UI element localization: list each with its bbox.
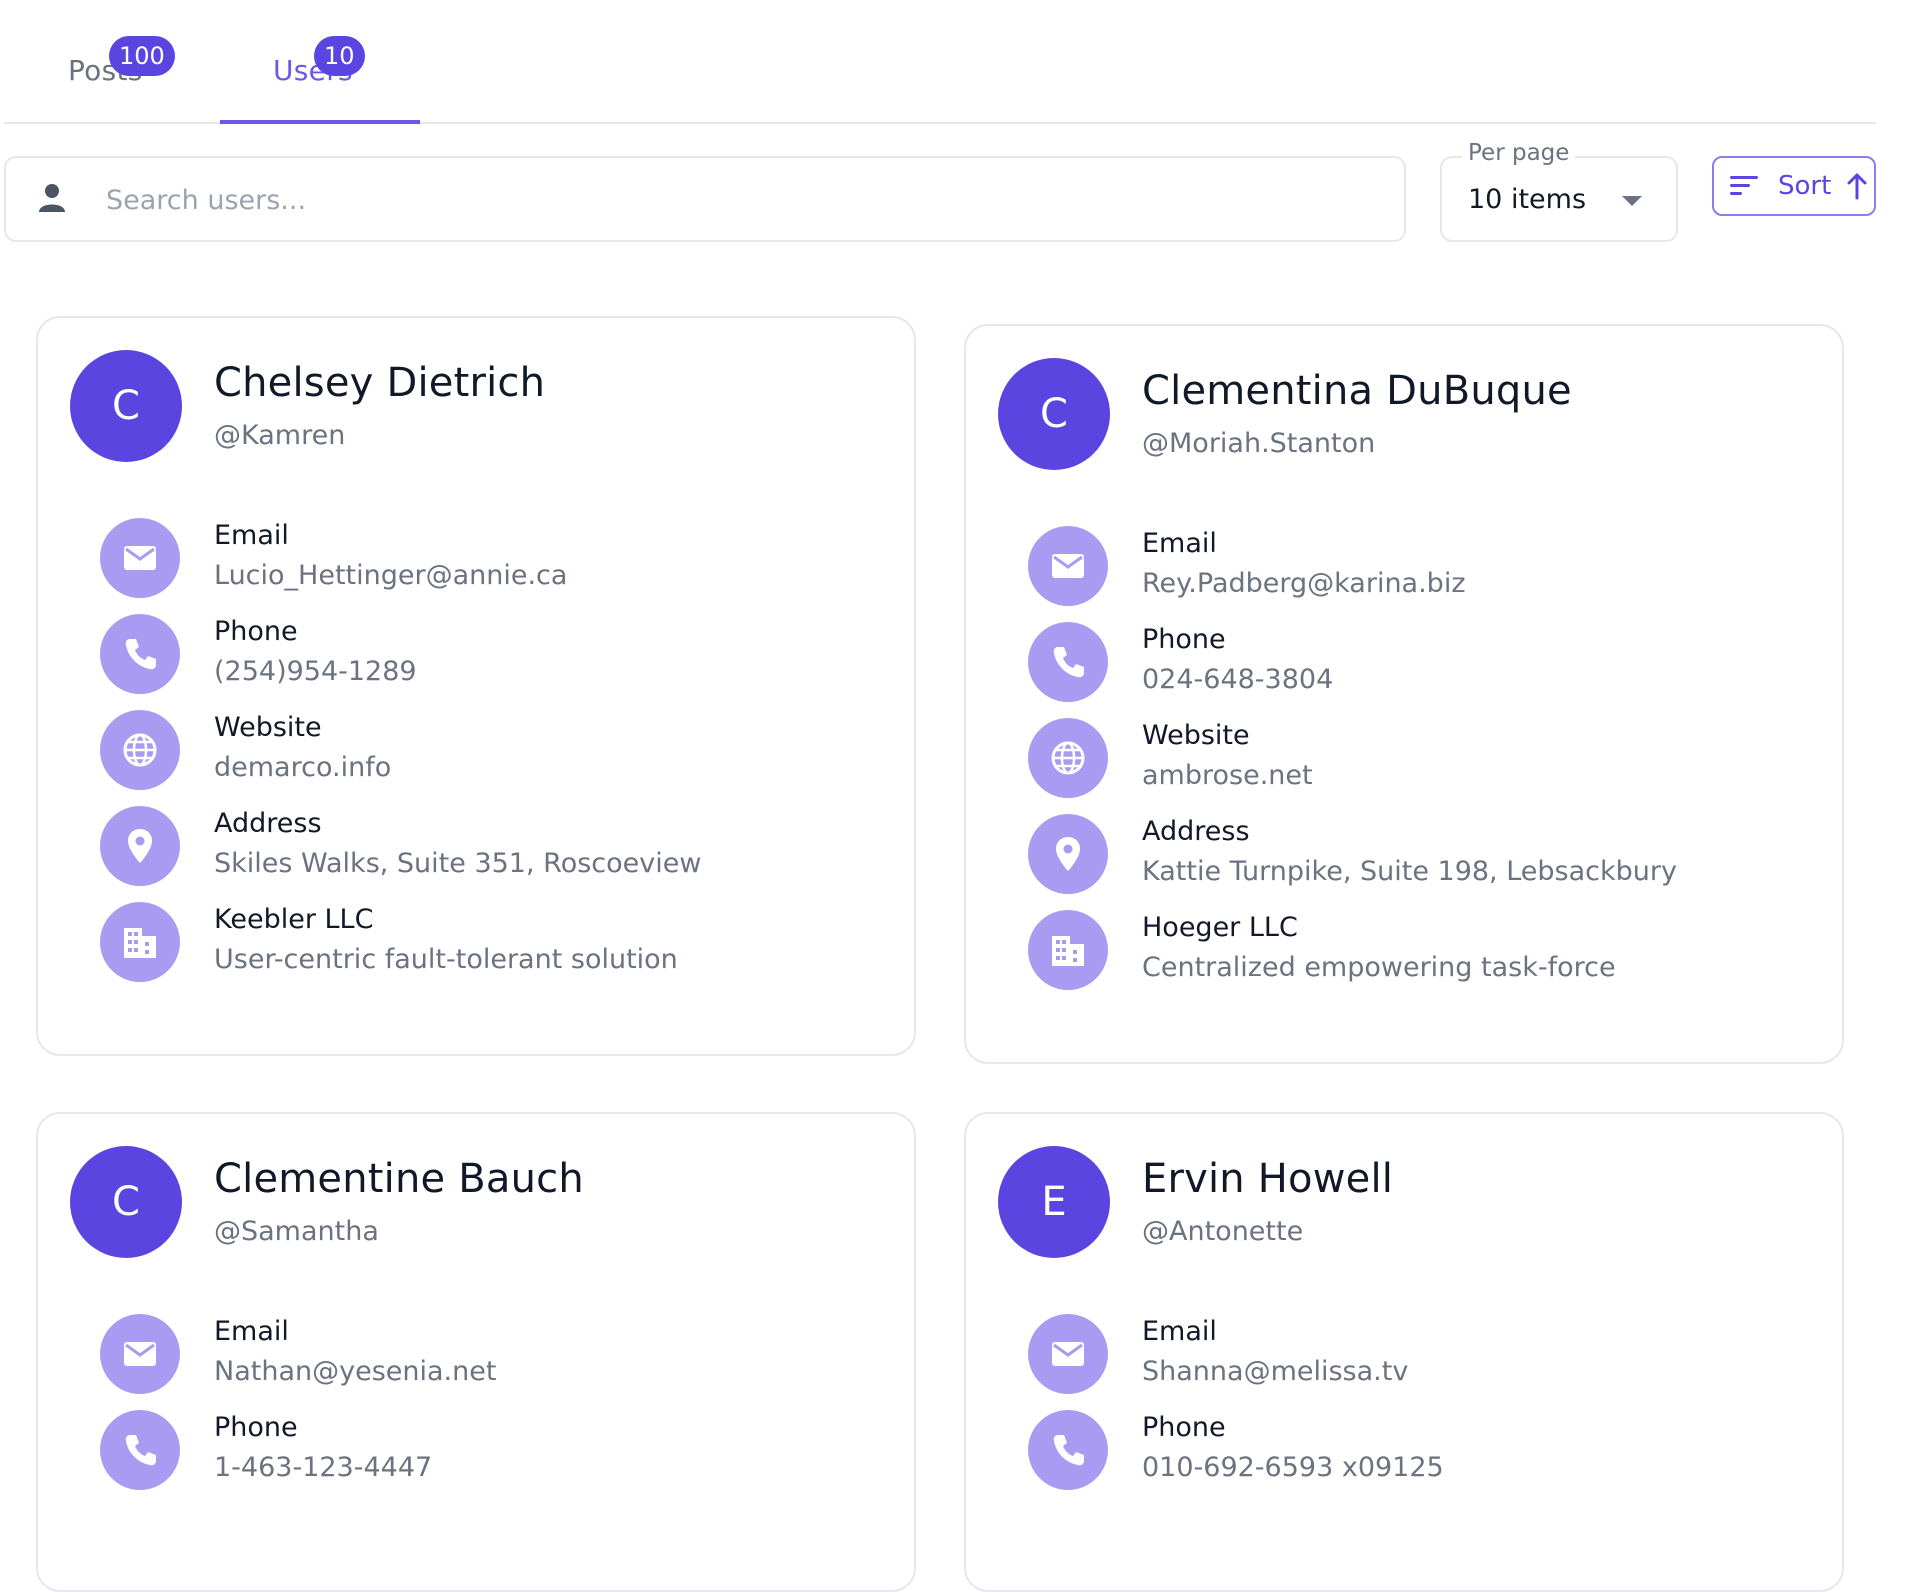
user-username: @Samantha: [214, 1216, 379, 1247]
user-name: Clementine Bauch: [214, 1156, 584, 1202]
user-name: Clementina DuBuque: [1142, 368, 1572, 414]
chevron-down-icon: [1622, 196, 1642, 206]
email-icon: [100, 518, 180, 598]
avatar: E: [998, 1146, 1110, 1258]
phone-value: 010-692-6593 x09125: [1142, 1452, 1444, 1483]
user-username: @Moriah.Stanton: [1142, 428, 1376, 459]
address-value: Kattie Turnpike, Suite 198, Lebsackbury: [1142, 856, 1677, 887]
building-icon: [100, 902, 180, 982]
email-row: Email Rey.Padberg@karina.biz: [1028, 526, 1828, 608]
email-icon: [100, 1314, 180, 1394]
user-name: Ervin Howell: [1142, 1156, 1394, 1202]
phone-icon: [1028, 1410, 1108, 1490]
website-value[interactable]: ambrose.net: [1142, 760, 1313, 791]
per-page-value: 10 items: [1468, 184, 1587, 215]
tab-posts[interactable]: Posts 100: [4, 0, 204, 122]
email-value: Shanna@melissa.tv: [1142, 1356, 1409, 1387]
company-row: Keebler LLC User-centric fault-tolerant …: [100, 902, 900, 984]
search-input[interactable]: [104, 176, 1388, 224]
sort-lines-icon: [1730, 176, 1758, 195]
user-card: C Clementine Bauch @Samantha Email Natha…: [36, 1112, 916, 1592]
user-card: E Ervin Howell @Antonette Email Shanna@m…: [964, 1112, 1844, 1592]
website-label: Website: [214, 712, 322, 743]
tab-bar: Posts 100 Users 10: [4, 0, 1876, 124]
user-card: C Clementina DuBuque @Moriah.Stanton Ema…: [964, 324, 1844, 1064]
email-row: Email Nathan@yesenia.net: [100, 1314, 900, 1396]
address-value: Skiles Walks, Suite 351, Roscoeview: [214, 848, 702, 879]
location-pin-icon: [100, 806, 180, 886]
company-catch-phrase: Centralized empowering task-force: [1142, 952, 1616, 983]
user-icon: [34, 180, 70, 216]
phone-label: Phone: [1142, 624, 1226, 655]
tab-users[interactable]: Users 10: [220, 0, 420, 124]
email-icon: [1028, 1314, 1108, 1394]
email-row: Email Shanna@melissa.tv: [1028, 1314, 1828, 1396]
phone-icon: [1028, 622, 1108, 702]
phone-label: Phone: [1142, 1412, 1226, 1443]
phone-row: Phone 024-648-3804: [1028, 622, 1828, 704]
per-page-select[interactable]: Per page 10 items: [1440, 140, 1678, 242]
company-name: Hoeger LLC: [1142, 912, 1298, 943]
tab-posts-count-badge: 100: [109, 36, 175, 76]
email-label: Email: [1142, 528, 1217, 559]
email-label: Email: [214, 1316, 289, 1347]
address-label: Address: [1142, 816, 1250, 847]
email-icon: [1028, 526, 1108, 606]
website-value[interactable]: demarco.info: [214, 752, 391, 783]
globe-icon: [1028, 718, 1108, 798]
company-catch-phrase: User-centric fault-tolerant solution: [214, 944, 678, 975]
phone-row: Phone 1-463-123-4447: [100, 1410, 900, 1492]
phone-icon: [100, 1410, 180, 1490]
address-row: Address Kattie Turnpike, Suite 198, Lebs…: [1028, 814, 1828, 896]
per-page-label: Per page: [1462, 140, 1576, 166]
phone-icon: [100, 614, 180, 694]
email-value: Rey.Padberg@karina.biz: [1142, 568, 1466, 599]
arrow-up-icon: [1847, 173, 1867, 200]
avatar: C: [70, 1146, 182, 1258]
user-name: Chelsey Dietrich: [214, 360, 546, 406]
avatar: C: [70, 350, 182, 462]
company-name: Keebler LLC: [214, 904, 374, 935]
avatar: C: [998, 358, 1110, 470]
address-label: Address: [214, 808, 322, 839]
globe-icon: [100, 710, 180, 790]
email-value: Lucio_Hettinger@annie.ca: [214, 560, 568, 591]
search-box: [4, 156, 1406, 242]
address-row: Address Skiles Walks, Suite 351, Roscoev…: [100, 806, 900, 888]
sort-label: Sort: [1778, 171, 1832, 201]
sort-button[interactable]: Sort: [1712, 156, 1876, 216]
website-row: Website demarco.info: [100, 710, 900, 792]
building-icon: [1028, 910, 1108, 990]
email-label: Email: [1142, 1316, 1217, 1347]
user-username: @Kamren: [214, 420, 346, 451]
user-card: C Chelsey Dietrich @Kamren Email Lucio_H…: [36, 316, 916, 1056]
email-value: Nathan@yesenia.net: [214, 1356, 497, 1387]
user-username: @Antonette: [1142, 1216, 1304, 1247]
website-label: Website: [1142, 720, 1250, 751]
email-row: Email Lucio_Hettinger@annie.ca: [100, 518, 900, 600]
phone-value: 1-463-123-4447: [214, 1452, 433, 1483]
email-label: Email: [214, 520, 289, 551]
phone-row: Phone 010-692-6593 x09125: [1028, 1410, 1828, 1492]
phone-value: 024-648-3804: [1142, 664, 1334, 695]
location-pin-icon: [1028, 814, 1108, 894]
company-row: Hoeger LLC Centralized empowering task-f…: [1028, 910, 1828, 992]
phone-label: Phone: [214, 1412, 298, 1443]
phone-label: Phone: [214, 616, 298, 647]
tab-users-count-badge: 10: [314, 36, 365, 76]
website-row: Website ambrose.net: [1028, 718, 1828, 800]
phone-value: (254)954-1289: [214, 656, 417, 687]
active-tab-indicator: [220, 120, 420, 124]
phone-row: Phone (254)954-1289: [100, 614, 900, 696]
